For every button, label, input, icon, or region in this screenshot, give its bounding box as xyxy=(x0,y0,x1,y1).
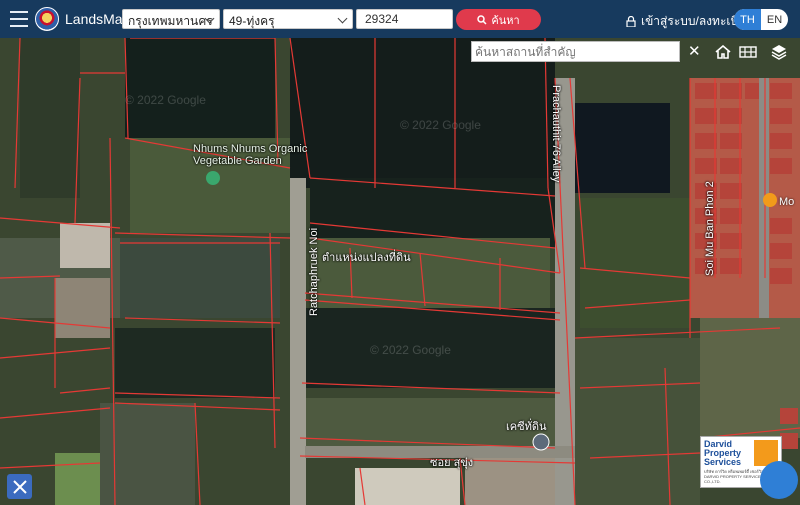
district-select[interactable]: 49-ทุ่งครุ xyxy=(223,9,353,29)
watermark: © 2022 Google xyxy=(125,93,206,107)
map-view[interactable]: Nhums Nhums Organic Vegetable Garden ตำแ… xyxy=(0,38,800,505)
tools-button[interactable] xyxy=(7,474,32,499)
garden-marker-icon xyxy=(206,171,220,185)
dol-seal-icon xyxy=(35,7,59,31)
floating-action-button[interactable] xyxy=(760,461,798,499)
language-toggle[interactable]: TH EN xyxy=(734,9,788,30)
province-value: กรุงเทพมหานคร xyxy=(128,14,213,28)
layers-icon xyxy=(771,45,787,60)
lang-th-button[interactable]: TH xyxy=(734,9,761,30)
lang-en-button[interactable]: EN xyxy=(761,9,788,30)
watermark: © 2022 Google xyxy=(400,118,481,132)
tools-icon xyxy=(12,479,27,494)
road-prachauthit-label: Prachauthit 76 Alley xyxy=(550,85,562,183)
watermark: © 2022 Google xyxy=(370,343,451,357)
grid-icon xyxy=(739,46,757,58)
pin-icon xyxy=(763,193,777,207)
soi-label: ซอย สุขุ่ง xyxy=(430,457,474,469)
grid-button[interactable] xyxy=(737,42,759,62)
district-value: 49-ทุ่งครุ xyxy=(229,14,275,28)
garden-label[interactable]: Nhums Nhums Organic Vegetable Garden xyxy=(193,143,323,167)
home-icon xyxy=(715,45,731,59)
search-icon xyxy=(477,14,487,25)
hamburger-menu-icon[interactable] xyxy=(10,11,28,27)
layers-button[interactable] xyxy=(768,42,790,62)
province-select[interactable]: กรุงเทพมหานคร xyxy=(122,9,220,29)
landmark-search-input[interactable] xyxy=(471,41,680,62)
parcel-location-label[interactable]: ตำแหน่งแปลงที่ดิน xyxy=(322,248,411,266)
lock-icon xyxy=(626,16,636,27)
home-button[interactable] xyxy=(712,42,734,62)
badge-name: Darvid Property Services xyxy=(704,439,742,467)
parcel-number-input[interactable]: 29324 xyxy=(356,9,453,29)
search-button[interactable]: ค้นหา xyxy=(456,9,541,30)
top-bar: LandsMaps กรุงเทพมหานคร 49-ทุ่งครุ 29324… xyxy=(0,0,800,38)
road-ratchaphruek-label: Ratchaphruek Noi xyxy=(308,227,320,316)
close-icon[interactable]: ✕ xyxy=(688,42,701,60)
poi-label[interactable]: เคซีทั่ดิน xyxy=(506,417,547,435)
search-button-label: ค้นหา xyxy=(491,14,520,27)
satellite-imagery xyxy=(0,38,800,505)
road-soi-mu-ban-label: Soi Mu Ban Phon 2 xyxy=(704,181,716,276)
pin-label[interactable]: Mo xyxy=(779,196,794,208)
chevron-down-icon xyxy=(337,13,348,24)
